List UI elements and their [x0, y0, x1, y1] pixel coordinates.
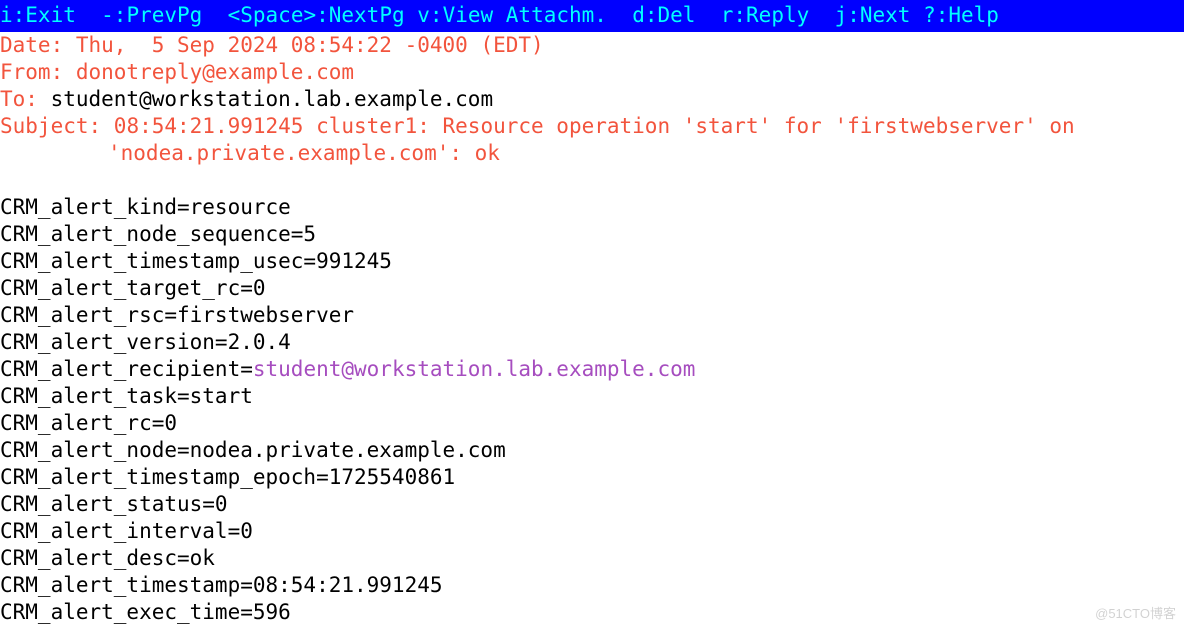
to-label: To: [0, 87, 51, 111]
menu-del[interactable]: d:Del [632, 3, 695, 27]
body-line: CRM_alert_version=2.0.4 [0, 329, 1184, 356]
body-line: CRM_alert_kind=resource [0, 194, 1184, 221]
header-to: To: student@workstation.lab.example.com [0, 86, 1184, 113]
subject-label: Subject: [0, 114, 114, 138]
subject-value-1: 08:54:21.991245 cluster1: Resource opera… [114, 114, 1075, 138]
header-date: Date: Thu, 5 Sep 2024 08:54:22 -0400 (ED… [0, 32, 1184, 59]
from-value: donotreply@example.com [76, 60, 354, 84]
recipient-key: CRM_alert_recipient= [0, 357, 253, 381]
menu-help[interactable]: ?:Help [923, 3, 999, 27]
body-line: CRM_alert_task=start [0, 383, 1184, 410]
body-line: CRM_alert_node=nodea.private.example.com [0, 437, 1184, 464]
from-label: From: [0, 60, 76, 84]
body-line: CRM_alert_desc=ok [0, 545, 1184, 572]
recipient-email-link[interactable]: student@workstation.lab.example.com [253, 357, 696, 381]
to-value: student@workstation.lab.example.com [51, 87, 494, 111]
message-content: Date: Thu, 5 Sep 2024 08:54:22 -0400 (ED… [0, 32, 1184, 626]
body-line: CRM_alert_target_rc=0 [0, 275, 1184, 302]
watermark: @51CTO博客 [1095, 600, 1176, 627]
menu-exit[interactable]: i:Exit [0, 3, 76, 27]
menu-nextpg[interactable]: <Space>:NextPg [228, 3, 405, 27]
header-subject-line2: 'nodea.private.example.com': ok [0, 140, 1184, 167]
body-line: CRM_alert_node_sequence=5 [0, 221, 1184, 248]
menu-prevpg[interactable]: -:PrevPg [101, 3, 202, 27]
body-line: CRM_alert_exec_time=596 [0, 599, 1184, 626]
body-line: CRM_alert_timestamp_epoch=1725540861 [0, 464, 1184, 491]
body-line: CRM_alert_rc=0 [0, 410, 1184, 437]
header-subject-line1: Subject: 08:54:21.991245 cluster1: Resou… [0, 113, 1184, 140]
mutt-menubar[interactable]: i:Exit -:PrevPg <Space>:NextPg v:View At… [0, 0, 1184, 32]
body-line: CRM_alert_status=0 [0, 491, 1184, 518]
body-line: CRM_alert_rsc=firstwebserver [0, 302, 1184, 329]
body-line: CRM_alert_timestamp_usec=991245 [0, 248, 1184, 275]
subject-value-2: 'nodea.private.example.com': ok [108, 141, 500, 165]
menu-reply[interactable]: r:Reply [721, 3, 810, 27]
date-value: Thu, 5 Sep 2024 08:54:22 -0400 (EDT) [76, 33, 544, 57]
body-line: CRM_alert_recipient=student@workstation.… [0, 356, 1184, 383]
date-label: Date: [0, 33, 76, 57]
menu-next[interactable]: j:Next [835, 3, 911, 27]
body-line: CRM_alert_timestamp=08:54:21.991245 [0, 572, 1184, 599]
header-from: From: donotreply@example.com [0, 59, 1184, 86]
blank-line [0, 167, 1184, 194]
menu-view-attach[interactable]: v:View Attachm. [417, 3, 607, 27]
body-line: CRM_alert_interval=0 [0, 518, 1184, 545]
